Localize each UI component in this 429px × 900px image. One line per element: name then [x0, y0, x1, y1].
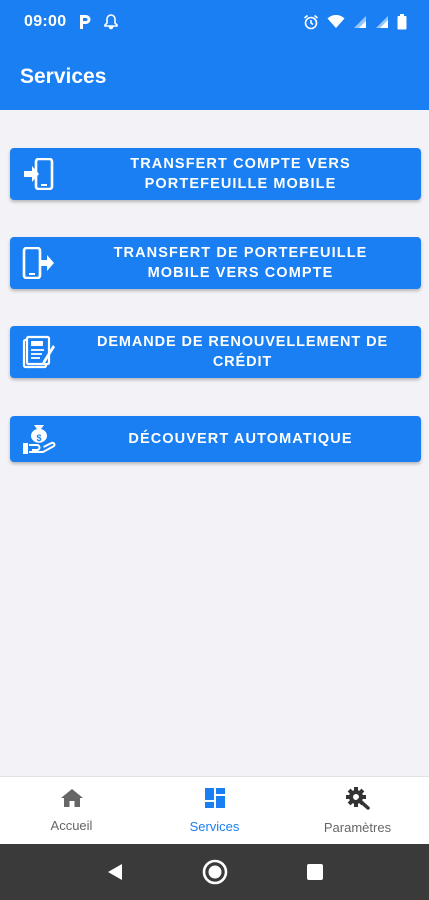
- settings-gear-icon: [345, 786, 371, 815]
- phone-transfer-in-icon: [10, 148, 68, 200]
- page-title: Services: [20, 65, 107, 88]
- transfer-account-to-wallet-button[interactable]: TRANSFERT COMPTE VERS PORTEFEUILLE MOBILE: [10, 148, 421, 200]
- parking-p-icon: [78, 14, 92, 30]
- app-bar: Services: [0, 44, 429, 110]
- status-bar: 09:00: [0, 0, 429, 44]
- recents-square-icon[interactable]: [300, 857, 330, 887]
- transfer-wallet-to-account-button[interactable]: TRANSFERT DE PORTEFEUILLE MOBILE VERS COM…: [10, 237, 421, 289]
- battery-icon: [397, 14, 407, 30]
- home-icon: [60, 788, 84, 813]
- nav-item-accueil[interactable]: Accueil: [0, 777, 143, 844]
- wifi-icon: [327, 15, 345, 29]
- phone-transfer-out-icon: [10, 237, 68, 289]
- nav-item-services[interactable]: Services: [143, 777, 286, 844]
- status-time: 09:00: [24, 13, 67, 30]
- loan-document-icon: [10, 326, 68, 378]
- home-circle-icon[interactable]: [200, 857, 230, 887]
- nav-label: Services: [189, 819, 240, 834]
- credit-renewal-request-button[interactable]: DEMANDE DE RENOUVELLEMENT DE CRÉDIT: [10, 326, 421, 378]
- money-bag-hand-icon: $: [10, 416, 68, 462]
- nav-item-parametres[interactable]: Paramètres: [286, 777, 429, 844]
- system-navigation-bar: [0, 844, 429, 900]
- svg-text:$: $: [36, 433, 41, 443]
- nav-label: Paramètres: [323, 820, 392, 835]
- service-label: TRANSFERT COMPTE VERS PORTEFEUILLE MOBILE: [130, 156, 351, 192]
- alarm-clock-icon: [303, 14, 319, 30]
- automatic-overdraft-button[interactable]: $ DÉCOUVERT AUTOMATIQUE: [10, 416, 421, 462]
- services-content: TRANSFERT COMPTE VERS PORTEFEUILLE MOBILE…: [0, 110, 429, 776]
- service-label: DÉCOUVERT AUTOMATIQUE: [128, 431, 353, 447]
- service-label: DEMANDE DE RENOUVELLEMENT DE CRÉDIT: [96, 334, 389, 370]
- signal-icon: [353, 15, 367, 29]
- dashboard-icon: [204, 787, 226, 814]
- bottom-navigation: Accueil Services Paramètres: [0, 776, 429, 844]
- status-left: 09:00: [24, 13, 119, 31]
- notification-bell-icon: [104, 14, 119, 30]
- nav-label: Accueil: [50, 818, 93, 833]
- status-right: [303, 14, 407, 30]
- service-label: TRANSFERT DE PORTEFEUILLE MOBILE VERS COM…: [113, 245, 368, 281]
- back-triangle-icon[interactable]: [100, 857, 130, 887]
- signal-icon: [375, 15, 389, 29]
